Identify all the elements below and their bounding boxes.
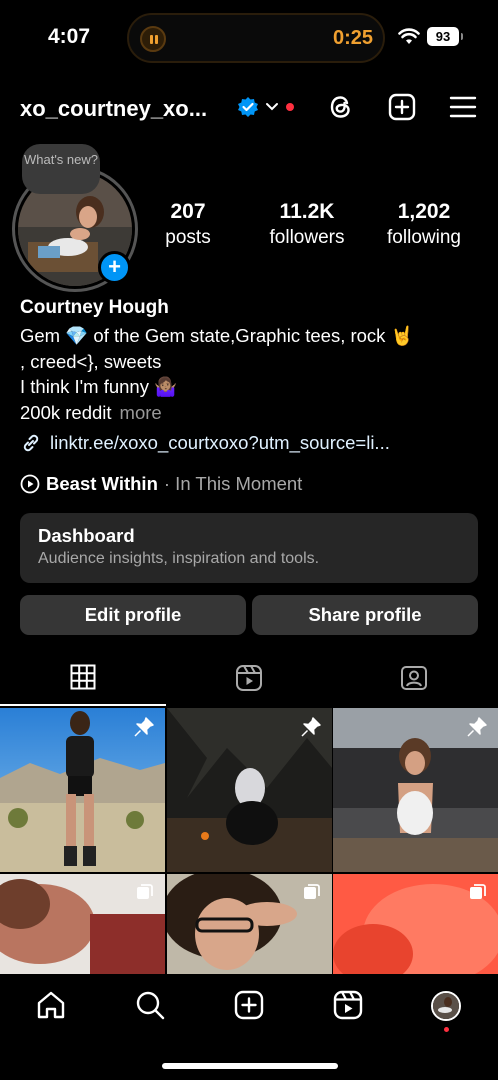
threads-icon[interactable] xyxy=(326,92,356,122)
create-post-icon[interactable] xyxy=(387,92,417,122)
bio-line: I think I'm funny 🤷🏽‍♀️ xyxy=(20,376,178,397)
posts-stat: 207 posts xyxy=(152,200,224,249)
following-label: following xyxy=(387,227,461,248)
home-indicator[interactable] xyxy=(162,1063,338,1069)
profile-bio: Gem 💎 of the Gem state,Graphic tees, roc… xyxy=(20,323,490,425)
pin-icon xyxy=(467,717,487,737)
profile-music[interactable]: Beast Within · In This Moment xyxy=(20,473,302,495)
post-thumbnail[interactable] xyxy=(167,708,332,872)
carousel-icon xyxy=(137,884,153,899)
post-thumbnail[interactable] xyxy=(333,874,498,974)
dashboard-subtitle: Audience insights, inspiration and tools… xyxy=(38,550,320,567)
wifi-icon xyxy=(398,28,420,44)
notification-dot xyxy=(286,103,294,111)
tagged-icon[interactable] xyxy=(400,664,428,692)
edit-profile-button[interactable]: Edit profile xyxy=(20,595,246,635)
profile-name: Courtney Hough xyxy=(20,297,169,318)
bio-line-text: 200k reddit xyxy=(20,401,112,423)
bio-line: Gem 💎 of the Gem state,Graphic tees, roc… xyxy=(20,325,414,346)
followers-label: followers xyxy=(269,227,345,248)
profile-link[interactable]: linktr.ee/xoxo_courtxoxo?utm_source=li..… xyxy=(20,432,390,454)
play-icon xyxy=(20,474,40,494)
live-timer: 0:25 xyxy=(332,27,373,49)
home-icon[interactable] xyxy=(35,989,67,1021)
link-icon xyxy=(23,434,39,452)
pause-icon xyxy=(140,26,166,52)
followers-count: 11.2K xyxy=(279,200,335,223)
bio-line: , creed<}, sweets xyxy=(20,350,162,372)
add-story-button[interactable]: + xyxy=(98,251,131,284)
chevron-down-icon[interactable] xyxy=(264,99,280,115)
bio-line: 200k reddit more xyxy=(20,400,490,426)
profile-link-text: linktr.ee/xoxo_courtxoxo?utm_source=li..… xyxy=(50,432,390,453)
posts-count: 207 xyxy=(170,200,206,223)
dashboard-title: Dashboard xyxy=(38,525,135,546)
post-thumbnail[interactable] xyxy=(167,874,332,974)
note-bubble[interactable]: What's new? xyxy=(22,144,100,194)
post-thumbnail[interactable] xyxy=(0,874,165,974)
status-bar: 4:07 0:25 93 xyxy=(0,0,498,75)
profile-username[interactable]: xo_courtney_xo... xyxy=(20,96,207,122)
active-tab-indicator xyxy=(0,704,166,706)
dashboard-card[interactable]: Dashboard Audience insights, inspiration… xyxy=(20,513,478,583)
followers-stat[interactable]: 11.2K followers xyxy=(257,200,357,249)
notification-dot xyxy=(444,1027,449,1032)
post-thumbnail[interactable] xyxy=(0,708,165,872)
search-icon[interactable] xyxy=(134,989,166,1021)
post-thumbnail[interactable] xyxy=(333,708,498,872)
carousel-icon xyxy=(304,884,320,899)
song-artist: · In This Moment xyxy=(163,473,303,494)
battery-indicator: 93 xyxy=(427,27,463,46)
song-title: Beast Within xyxy=(46,473,158,494)
reels-icon[interactable] xyxy=(332,989,364,1021)
following-count: 1,202 xyxy=(397,200,451,223)
share-profile-button[interactable]: Share profile xyxy=(252,595,478,635)
profile-header: xo_courtney_xo... xyxy=(0,85,498,131)
carousel-icon xyxy=(470,884,486,899)
posts-label: posts xyxy=(165,227,211,248)
pin-icon xyxy=(134,717,154,737)
grid-icon[interactable] xyxy=(70,664,96,690)
create-icon[interactable] xyxy=(233,989,265,1021)
status-time: 4:07 xyxy=(48,25,91,48)
verified-badge-icon xyxy=(238,97,258,117)
profile-avatar[interactable] xyxy=(431,991,461,1021)
bio-more-link[interactable]: more xyxy=(120,402,162,423)
following-stat[interactable]: 1,202 following xyxy=(374,200,474,249)
pin-icon xyxy=(301,717,321,737)
reels-icon[interactable] xyxy=(235,664,263,692)
menu-icon[interactable] xyxy=(448,92,478,122)
profile-tabs xyxy=(0,660,498,706)
dynamic-island[interactable]: 0:25 xyxy=(127,13,385,63)
